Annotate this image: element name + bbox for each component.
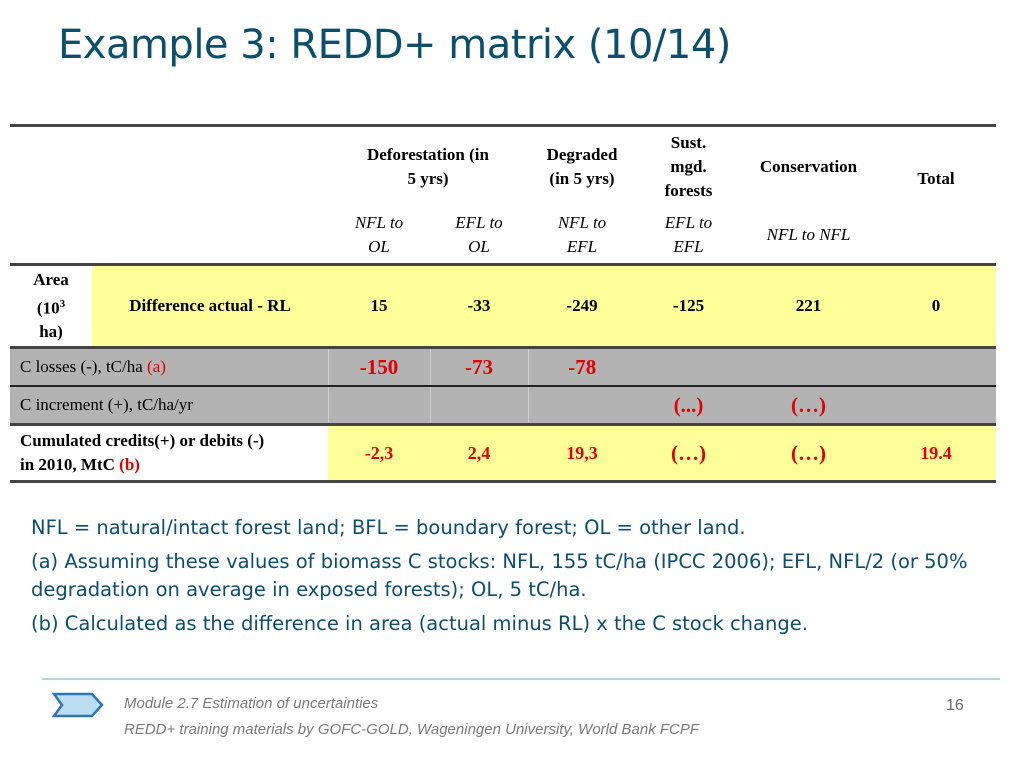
table-cell: [876, 346, 996, 386]
cumulated-label: Cumulated credits(+) or debits (-) in 201…: [10, 423, 328, 483]
footnotes: NFL = natural/intact forest land; BFL = …: [31, 514, 991, 644]
note-b: (b) Calculated as the difference in area…: [31, 612, 808, 635]
table-cell: [429, 385, 528, 425]
table-cell: -78: [527, 346, 636, 386]
note-abbreviations: NFL = natural/intact forest land; BFL = …: [31, 516, 746, 539]
footer-module: Module 2.7 Estimation of uncertainties: [124, 695, 379, 712]
footnote-ref-a: (a): [147, 357, 166, 376]
table-cell: 221: [741, 263, 876, 348]
subheader-efl-to-efl: EFL to EFL: [664, 213, 713, 256]
subheader-nfl-to-nfl: NFL to NFL: [766, 225, 851, 244]
table-row-c-increment: C increment (+), tC/ha/yr (...) (…): [10, 385, 996, 425]
note-a: (a) Assuming these values of biomass C s…: [31, 550, 968, 601]
header-deforestation: Deforestation (in 5 yrs): [367, 145, 489, 188]
table-cell: -249: [528, 263, 636, 348]
table-cell: 19,3: [528, 423, 636, 483]
footer-credits: REDD+ training materials by GOFC-GOLD, W…: [124, 721, 700, 738]
header-row-sub: NFL to OL EFL to OL NFL to EFL EFL to EFL NF…: [10, 207, 996, 265]
header-conservation: Conservation: [759, 157, 858, 176]
table-row-area: Area (103 ha) Difference actual - RL 15 -3…: [10, 263, 996, 348]
c-losses-label: C losses (-), tC/ha (a): [10, 346, 328, 386]
table-row-c-losses: C losses (-), tC/ha (a) -150 -73 -78: [10, 346, 996, 386]
subheader-efl-to-ol: EFL to OL: [455, 213, 503, 256]
table-cell: [527, 385, 636, 425]
table-cell: -73: [429, 346, 528, 386]
table-row-cumulated: Cumulated credits(+) or debits (-) in 201…: [10, 423, 996, 483]
table-cell: 15: [328, 263, 430, 348]
area-unit-label: Area (103 ha): [10, 263, 92, 348]
footnote-ref-b: (b): [119, 455, 140, 474]
table-cell: -33: [430, 263, 528, 348]
table-cell: [741, 346, 876, 386]
table-cell: -125: [636, 263, 741, 348]
slide-title: Example 3: REDD+ matrix (10/14): [58, 22, 731, 68]
table-cell: 0: [876, 263, 996, 348]
area-row-label: Difference actual - RL: [92, 263, 328, 348]
table-cell: [876, 385, 996, 425]
table-cell: 2,4: [430, 423, 528, 483]
header-degraded: Degraded (in 5 yrs): [546, 145, 618, 188]
page-number: 16: [946, 697, 964, 714]
table-cell: (...): [636, 385, 741, 425]
table-cell: (…): [741, 423, 876, 483]
table-cell: [636, 346, 741, 386]
table-cell: 19.4: [876, 423, 996, 483]
table-cell: -150: [327, 346, 430, 386]
footer-divider: [42, 678, 1000, 680]
table-cell: [327, 385, 430, 425]
redd-matrix-table: Deforestation (in 5 yrs) Degraded (in 5 …: [10, 124, 996, 483]
c-increment-label: C increment (+), tC/ha/yr: [10, 385, 328, 425]
chevron-arrow-icon: [52, 692, 104, 718]
subheader-nfl-to-ol: NFL to OL: [354, 213, 404, 256]
table-cell: (…): [741, 385, 876, 425]
header-sust-mgd-forests: Sust. mgd. forests: [664, 133, 713, 200]
subheader-nfl-to-efl: NFL to EFL: [557, 213, 607, 256]
table-cell: (…): [636, 423, 741, 483]
header-total: Total: [917, 169, 955, 188]
header-row-groups: Deforestation (in 5 yrs) Degraded (in 5 …: [10, 125, 996, 208]
table-cell: -2,3: [328, 423, 430, 483]
